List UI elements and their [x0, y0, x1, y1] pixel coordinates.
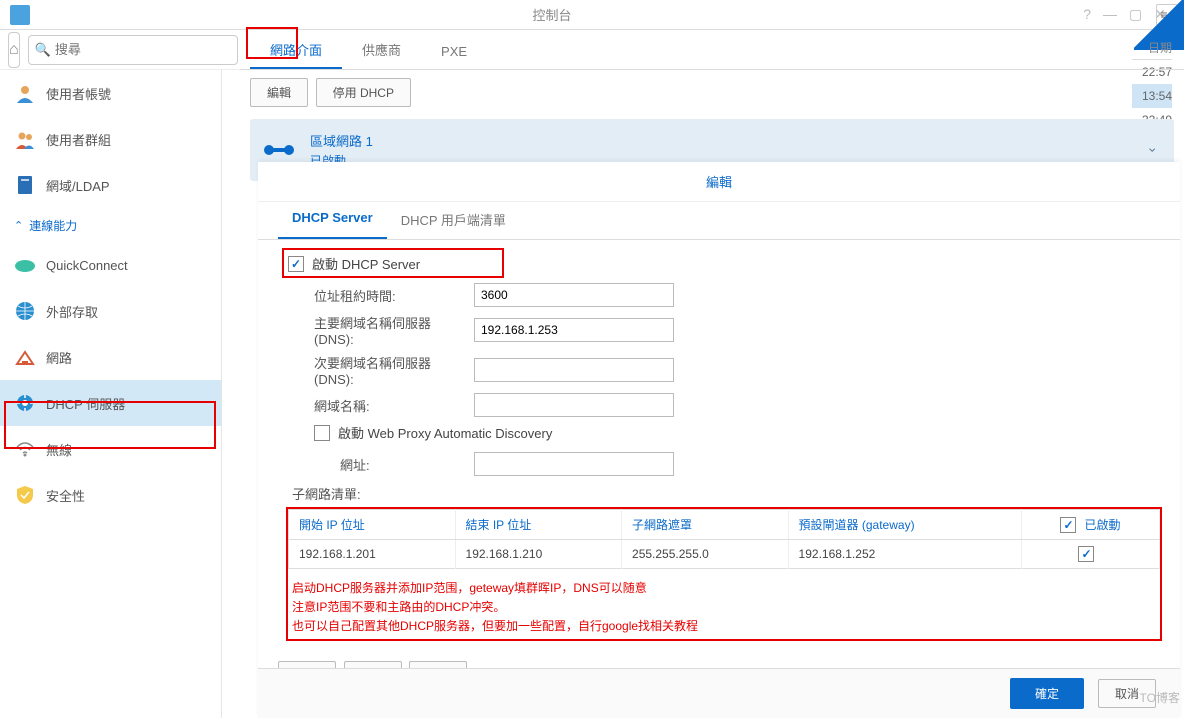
th-enabled[interactable]: 已啟動 [1021, 510, 1159, 540]
search-input-wrap[interactable]: 🔍 [28, 35, 238, 65]
sidebar-section-connectivity[interactable]: 連線能力 [0, 208, 221, 242]
row-enabled-checkbox[interactable] [1078, 546, 1094, 562]
panel-title: 編輯 [258, 162, 1180, 202]
sidebar-item-security[interactable]: 安全性 [0, 472, 221, 518]
sidebar-item-label: 網路 [46, 348, 72, 367]
th-start-ip[interactable]: 開始 IP 位址 [289, 510, 456, 540]
sidebar-item-user-groups[interactable]: 使用者群組 [0, 116, 221, 162]
note-line-1: 启动DHCP服务器并添加IP范围，geteway填群晖IP，DNS可以随意 [292, 579, 1156, 598]
domain-input[interactable] [474, 393, 674, 417]
sidebar-item-network[interactable]: 網路 [0, 334, 221, 380]
sidebar-item-label: 無線 [46, 440, 72, 459]
dns2-input[interactable] [474, 358, 674, 382]
note-line-3: 也可以自己配置其他DHCP服务器，但要加一些配置，自行google找相关教程 [292, 617, 1156, 636]
lease-label: 位址租約時間: [314, 286, 474, 305]
wpad-url-input[interactable] [474, 452, 674, 476]
wifi-icon [14, 438, 36, 460]
dns2-label: 次要網域名稱伺服器 (DNS): [314, 353, 474, 387]
subnet-list-label: 子網路清單: [292, 484, 1160, 503]
th-enabled-checkbox[interactable] [1060, 517, 1076, 533]
dhcp-icon [14, 392, 36, 414]
tab-pxe[interactable]: PXE [421, 36, 487, 69]
dns1-input[interactable] [474, 318, 674, 342]
sidebar-item-label: 外部存取 [46, 302, 98, 321]
sidebar-item-label: 使用者群組 [46, 130, 111, 149]
minimize-icon[interactable]: — [1103, 6, 1117, 23]
search-icon: 🔍 [35, 42, 51, 58]
th-mask[interactable]: 子網路遮罩 [622, 510, 789, 540]
wpad-checkbox[interactable] [314, 425, 330, 441]
disable-dhcp-button[interactable]: 停用 DHCP [316, 78, 411, 107]
tab-network-interface[interactable]: 網路介面 [250, 32, 342, 69]
sidebar-item-label: DHCP 伺服器 [46, 394, 125, 413]
globe-icon [14, 300, 36, 322]
cell-mask: 255.255.255.0 [622, 540, 789, 569]
ldap-icon [14, 174, 36, 196]
tab-dhcp-server[interactable]: DHCP Server [278, 202, 387, 239]
sidebar-item-label: 安全性 [46, 486, 85, 505]
lan-icon [264, 141, 294, 159]
cell-gateway: 192.168.1.252 [788, 540, 1021, 569]
network-icon [14, 346, 36, 368]
wpad-url-label: 網址: [340, 455, 474, 474]
chevron-down-icon: › [1146, 148, 1162, 153]
th-gateway[interactable]: 預設閘道器 (gateway) [788, 510, 1021, 540]
home-icon[interactable]: ⌂ [8, 32, 20, 68]
sidebar-item-label: QuickConnect [46, 258, 128, 273]
note-line-2: 注意IP范围不要和主路由的DHCP冲突。 [292, 598, 1156, 617]
window-title: 控制台 [40, 5, 1064, 24]
cancel-button[interactable]: 取消 [1098, 679, 1156, 708]
group-icon [14, 128, 36, 150]
subnet-table: 開始 IP 位址 結束 IP 位址 子網路遮罩 預設閘道器 (gateway) … [288, 509, 1160, 569]
tab-provider[interactable]: 供應商 [342, 32, 421, 69]
sidebar-item-external-access[interactable]: 外部存取 [0, 288, 221, 334]
tab-dhcp-clients[interactable]: DHCP 用戶端清單 [387, 202, 520, 239]
sidebar-item-domain-ldap[interactable]: 網域/LDAP [0, 162, 221, 208]
th-end-ip[interactable]: 結束 IP 位址 [455, 510, 622, 540]
sidebar-item-user-accounts[interactable]: 使用者帳號 [0, 70, 221, 116]
domain-label: 網域名稱: [314, 396, 474, 415]
sidebar-item-dhcp-server[interactable]: DHCP 伺服器 [0, 380, 221, 426]
ok-button[interactable]: 確定 [1010, 678, 1084, 709]
lan-title: 區域網路 1 [310, 131, 373, 150]
shield-icon [14, 484, 36, 506]
sidebar-item-wireless[interactable]: 無線 [0, 426, 221, 472]
sidebar-item-label: 使用者帳號 [46, 84, 111, 103]
wpad-label: 啟動 Web Proxy Automatic Discovery [338, 423, 552, 442]
cell-end-ip: 192.168.1.210 [455, 540, 622, 569]
app-icon [10, 5, 30, 25]
search-input[interactable] [55, 42, 231, 57]
dns1-label: 主要網域名稱伺服器 (DNS): [314, 313, 474, 347]
lease-input[interactable] [474, 283, 674, 307]
edit-button[interactable]: 編輯 [250, 78, 308, 107]
cell-start-ip: 192.168.1.201 [289, 540, 456, 569]
user-icon [14, 82, 36, 104]
table-row[interactable]: 192.168.1.201 192.168.1.210 255.255.255.… [289, 540, 1160, 569]
cloud-icon [14, 254, 36, 276]
sidebar-item-quickconnect[interactable]: QuickConnect [0, 242, 221, 288]
help-icon[interactable]: ? [1083, 6, 1091, 23]
sidebar-item-label: 網域/LDAP [46, 176, 110, 195]
enable-dhcp-checkbox[interactable] [288, 256, 304, 272]
enable-dhcp-label: 啟動 DHCP Server [312, 254, 420, 273]
